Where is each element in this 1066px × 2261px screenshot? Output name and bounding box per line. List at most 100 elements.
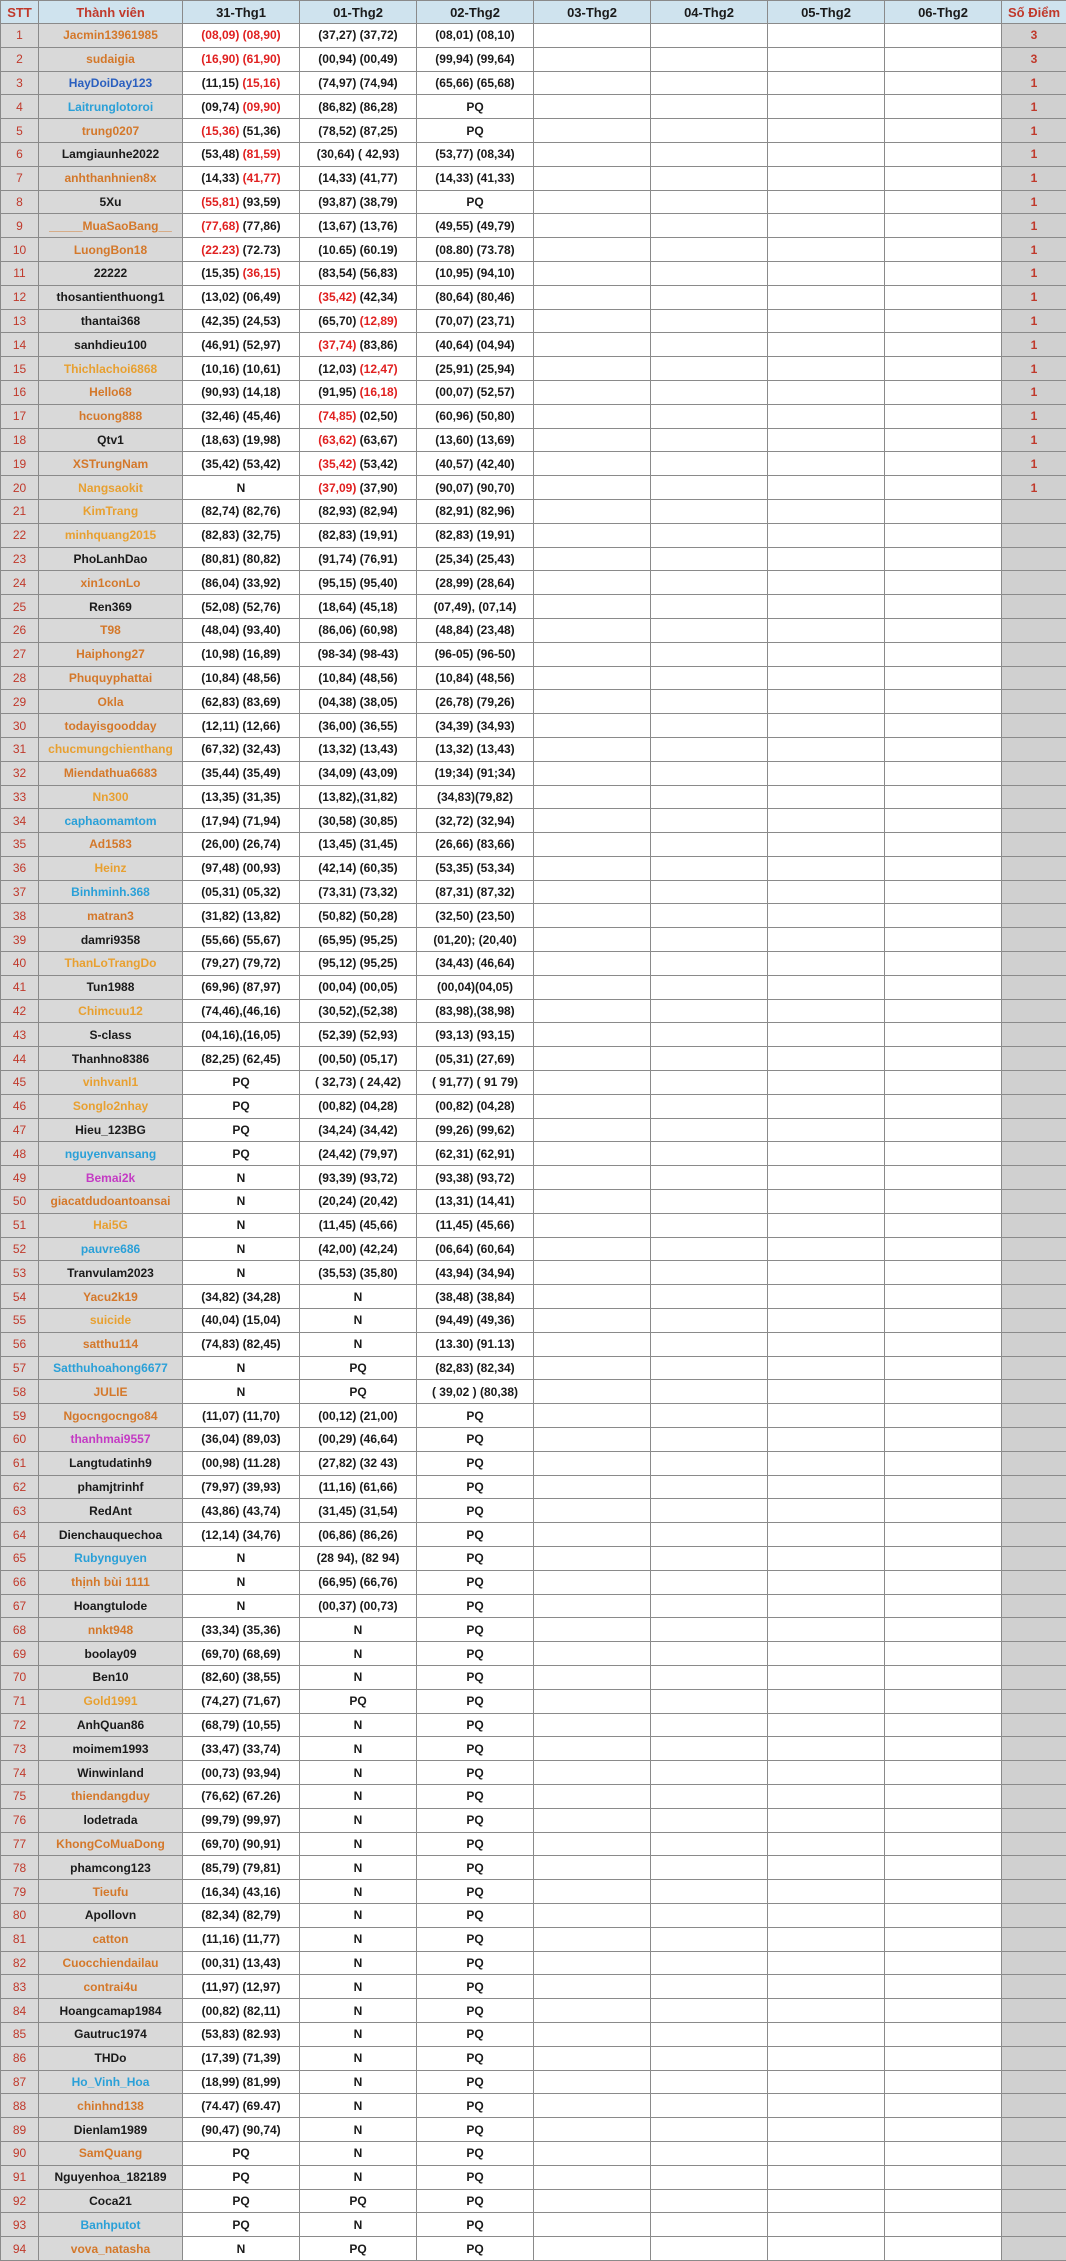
empty-day-cell [885, 24, 1002, 48]
prediction-cell: (95,12) (95,25) [300, 952, 417, 976]
empty-day-cell [651, 1547, 768, 1571]
empty-day-cell [534, 1237, 651, 1261]
prediction-cell: (32,46) (45,46) [183, 404, 300, 428]
prediction-cell: (30,64) ( 42,93) [300, 142, 417, 166]
member-name: phamjtrinhf [39, 1475, 183, 1499]
prediction-value: (74,46),(46,16) [201, 1004, 280, 1018]
member-name: Ho_Vinh_Hoa [39, 2070, 183, 2094]
prediction-cell: (87,31) (87,32) [417, 880, 534, 904]
score-cell [1002, 1618, 1066, 1642]
row-index: 71 [1, 1689, 39, 1713]
prediction-value: (42,00) (42,24) [318, 1242, 397, 1256]
row-index: 47 [1, 1118, 39, 1142]
table-row: 72AnhQuan86(68,79) (10,55)NPQ [1, 1713, 1066, 1737]
prediction-cell: (86,82) (86,28) [300, 95, 417, 119]
empty-day-cell [768, 975, 885, 999]
empty-day-cell [651, 119, 768, 143]
empty-day-cell [768, 166, 885, 190]
empty-day-cell [885, 714, 1002, 738]
empty-day-cell [651, 2213, 768, 2237]
prediction-cell: (05,31) (05,32) [183, 880, 300, 904]
empty-day-cell [534, 904, 651, 928]
row-index: 42 [1, 999, 39, 1023]
empty-day-cell [651, 238, 768, 262]
score-cell [1002, 1190, 1066, 1214]
prediction-cell: (10,16) (10,61) [183, 357, 300, 381]
prediction-cell: (82,83) (19,91) [417, 523, 534, 547]
member-name: moimem1993 [39, 1737, 183, 1761]
empty-day-cell [534, 714, 651, 738]
empty-day-cell [885, 1499, 1002, 1523]
score-cell [1002, 975, 1066, 999]
prediction-value: N [354, 1742, 363, 1756]
empty-day-cell [651, 214, 768, 238]
prediction-cell: (13,32) (13,43) [417, 737, 534, 761]
prediction-value: (32,72) (32,94) [435, 814, 514, 828]
prediction-value: (81,59) [243, 147, 281, 161]
prediction-cell: (53,77) (08,34) [417, 142, 534, 166]
prediction-cell: (16,34) (43,16) [183, 1880, 300, 1904]
score-cell: 1 [1002, 119, 1066, 143]
prediction-cell: (31,45) (31,54) [300, 1499, 417, 1523]
member-name: xin1conLo [39, 571, 183, 595]
prediction-cell: (11,16) (11,77) [183, 1927, 300, 1951]
prediction-value: (90,93) (14,18) [201, 385, 280, 399]
empty-day-cell [651, 1285, 768, 1309]
prediction-value: PQ [466, 195, 483, 209]
prediction-cell: PQ [300, 1689, 417, 1713]
prediction-value: (53,48) [201, 147, 242, 161]
member-name: Apollovn [39, 1903, 183, 1927]
score-cell [1002, 1665, 1066, 1689]
prediction-cell: (12,11) (12,66) [183, 714, 300, 738]
table-row: 89Dienlam1989(90,47) (90,74)NPQ [1, 2118, 1066, 2142]
member-name: Ren369 [39, 595, 183, 619]
empty-day-cell [768, 618, 885, 642]
prediction-value: N [354, 2146, 363, 2160]
empty-day-cell [885, 618, 1002, 642]
empty-day-cell [768, 1856, 885, 1880]
prediction-cell: (82,83) (82,34) [417, 1356, 534, 1380]
score-cell [1002, 2046, 1066, 2070]
prediction-value: (06,64) (60,64) [435, 1242, 514, 1256]
prediction-value: PQ [466, 1885, 483, 1899]
score-cell [1002, 2237, 1066, 2261]
member-name: 5Xu [39, 190, 183, 214]
prediction-value: N [354, 2075, 363, 2089]
prediction-cell: PQ [417, 2118, 534, 2142]
empty-day-cell [885, 1665, 1002, 1689]
prediction-cell: PQ [183, 1071, 300, 1095]
row-index: 75 [1, 1784, 39, 1808]
prediction-value: (72.73) [243, 243, 281, 257]
empty-day-cell [768, 1094, 885, 1118]
empty-day-cell [885, 166, 1002, 190]
prediction-cell: (97,48) (00,93) [183, 856, 300, 880]
empty-day-cell [768, 238, 885, 262]
prediction-value: (42,14) (60,35) [318, 861, 397, 875]
prediction-value: (13,60) (13,69) [435, 433, 514, 447]
empty-day-cell [768, 595, 885, 619]
empty-day-cell [768, 1309, 885, 1333]
prediction-cell: (06,86) (86,26) [300, 1523, 417, 1547]
prediction-cell: (26,00) (26,74) [183, 833, 300, 857]
prediction-value: N [237, 2242, 246, 2256]
score-cell: 3 [1002, 24, 1066, 48]
prediction-value: (77,68) [201, 219, 242, 233]
prediction-cell: (40,64) (04,94) [417, 333, 534, 357]
empty-day-cell [651, 24, 768, 48]
empty-day-cell [768, 1475, 885, 1499]
empty-day-cell [885, 595, 1002, 619]
empty-day-cell [534, 2165, 651, 2189]
empty-day-cell [534, 214, 651, 238]
empty-day-cell [534, 1023, 651, 1047]
table-row: 40ThanLoTrangDo(79,27) (79,72)(95,12) (9… [1, 952, 1066, 976]
prediction-cell: (13,82),(31,82) [300, 785, 417, 809]
empty-day-cell [885, 1737, 1002, 1761]
empty-day-cell [534, 190, 651, 214]
score-cell [1002, 1903, 1066, 1927]
member-name: Bemai2k [39, 1166, 183, 1190]
prediction-cell: (82,74) (82,76) [183, 499, 300, 523]
empty-day-cell [651, 1927, 768, 1951]
empty-day-cell [534, 785, 651, 809]
member-name: hcuong888 [39, 404, 183, 428]
prediction-cell: (28 94), (82 94) [300, 1547, 417, 1571]
